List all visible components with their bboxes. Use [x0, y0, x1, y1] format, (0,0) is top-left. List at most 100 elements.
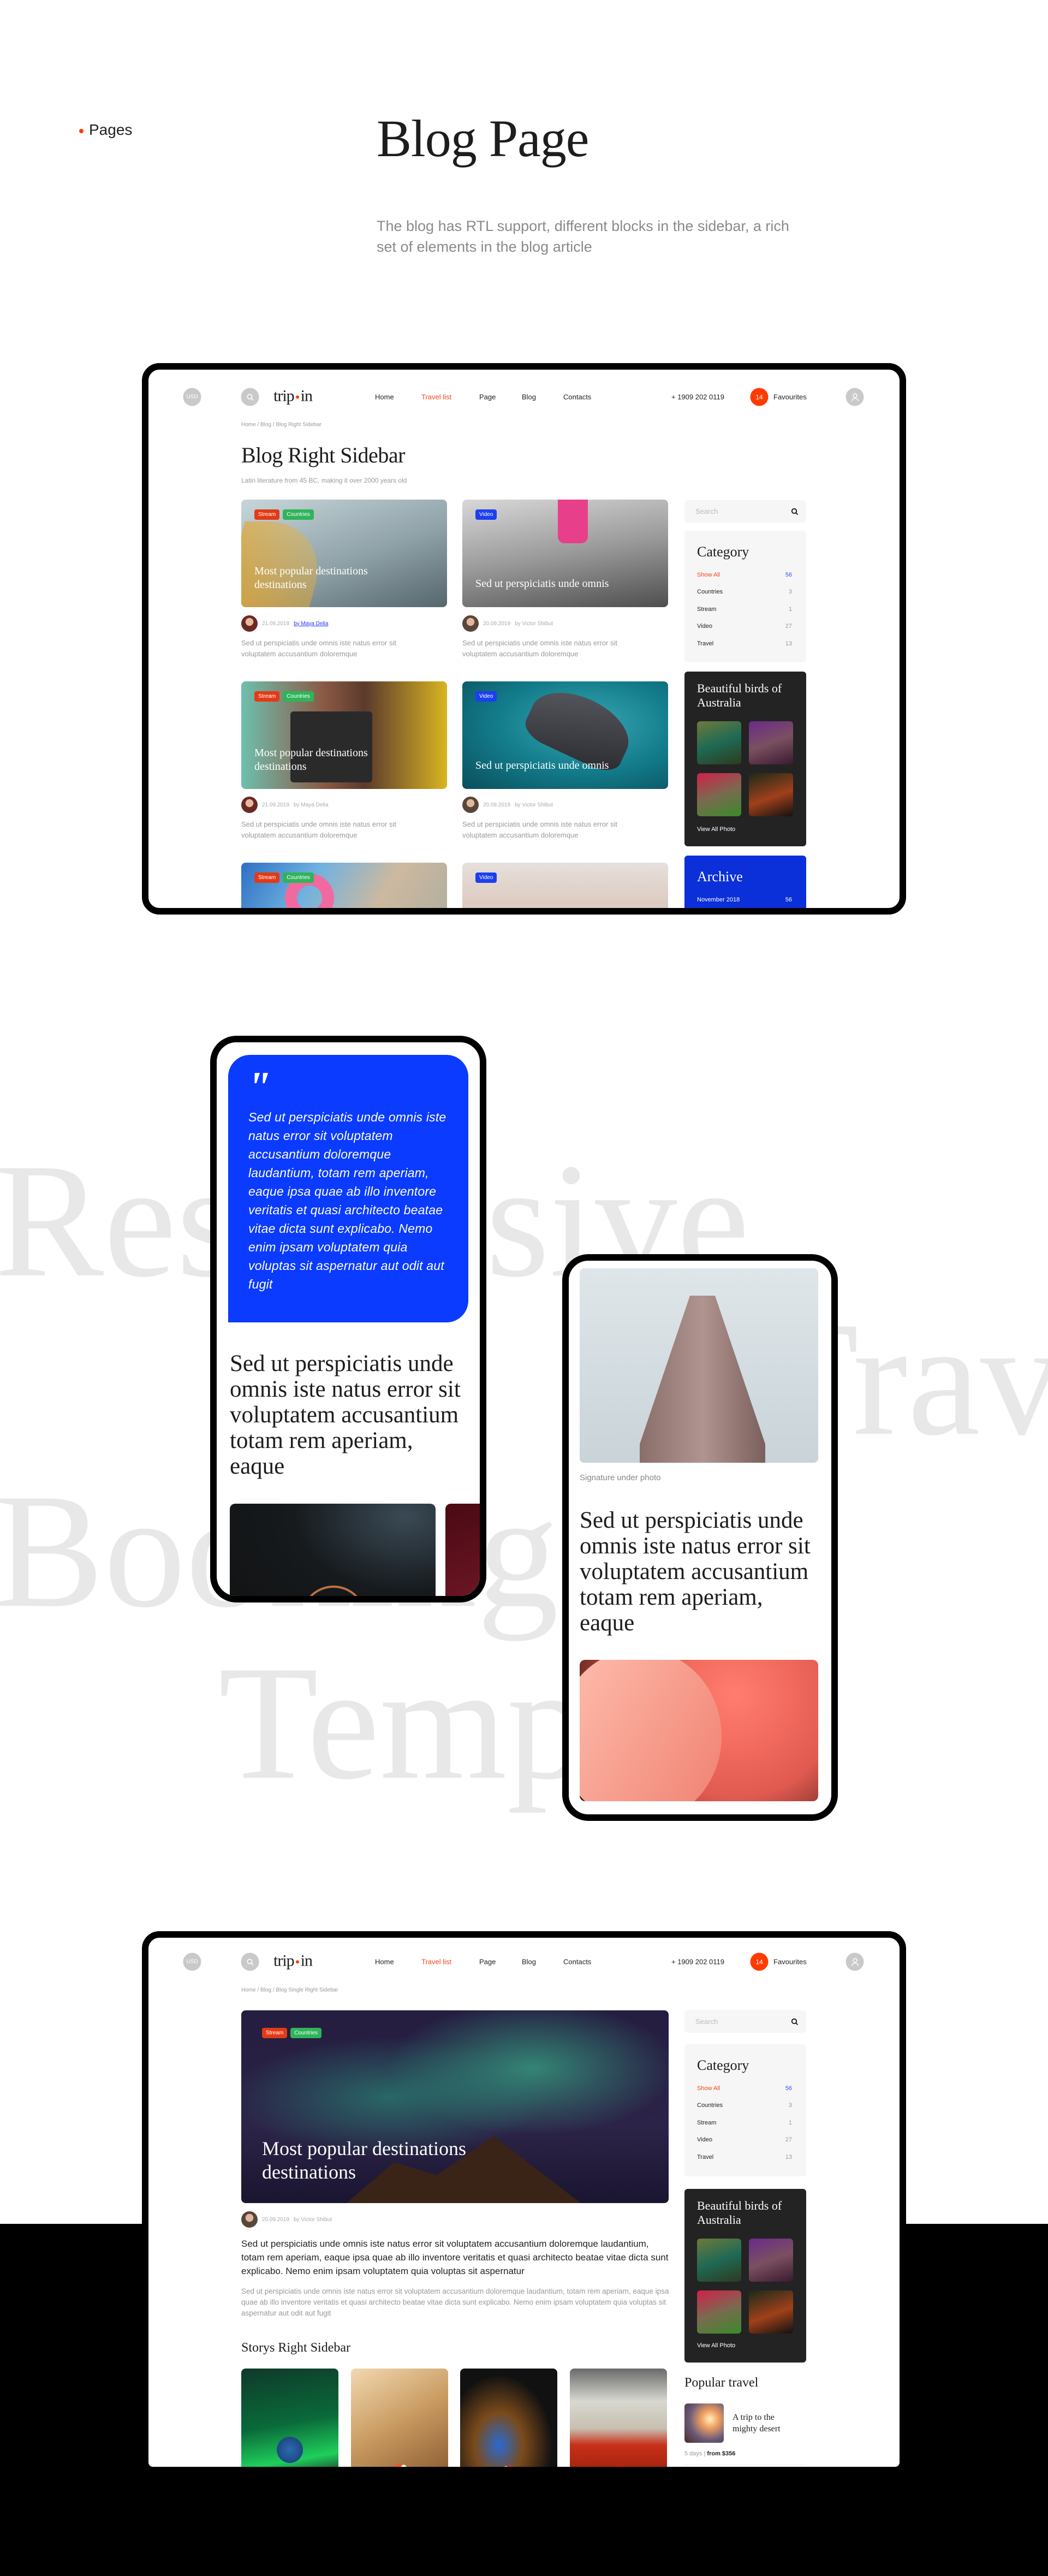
- category-widget: Category Show All 56 Countries 3 Stream 1 V…: [684, 531, 806, 662]
- tag-countries[interactable]: Countries: [283, 872, 314, 883]
- category-item-video[interactable]: Video 27: [697, 623, 792, 630]
- nav-blog[interactable]: Blog: [522, 1958, 536, 1966]
- category-item-video[interactable]: Video 27: [697, 2136, 792, 2143]
- popular-travel-thumbnail[interactable]: [684, 2403, 724, 2443]
- search-input[interactable]: Search: [695, 507, 718, 515]
- post-card-image[interactable]: Video: [462, 863, 668, 908]
- user-button[interactable]: [845, 1952, 864, 1971]
- category-title: Category: [697, 2057, 749, 2073]
- tag-countries[interactable]: Countries: [290, 2028, 322, 2038]
- search-icon: [247, 394, 254, 401]
- desktop-frame-single-post: USD trip in Home Travel list Page Blog Co…: [142, 1931, 906, 2473]
- feather-decoration: [580, 1660, 722, 1801]
- sidebar-search[interactable]: Search: [684, 500, 806, 523]
- view-all-photo-link[interactable]: View All Photo: [697, 826, 735, 833]
- popular-travel-item-title[interactable]: A trip to the mighty desert: [733, 2412, 798, 2435]
- view-all-photo-link[interactable]: View All Photo: [697, 2342, 735, 2349]
- nav-travel-list[interactable]: Travel list: [421, 1958, 451, 1966]
- category-item-stream[interactable]: Stream 1: [697, 606, 792, 613]
- search-button[interactable]: [241, 1952, 259, 1971]
- nav-blog[interactable]: Blog: [522, 393, 536, 401]
- bird-photo[interactable]: [697, 2239, 741, 2282]
- phone-number[interactable]: + 1909 202 0119: [671, 393, 724, 401]
- bird-photo[interactable]: [697, 721, 741, 764]
- author-link[interactable]: by Maya Delia: [294, 621, 328, 627]
- article-heading: Sed ut perspiciatis unde omnis iste natu…: [230, 1351, 461, 1479]
- story-card[interactable]: [460, 2369, 557, 2467]
- avatar: [241, 797, 258, 813]
- popular-travel-title: Popular travel: [684, 2376, 759, 2390]
- story-card[interactable]: [351, 2369, 448, 2467]
- logo[interactable]: trip in: [273, 387, 313, 405]
- user-icon: [851, 1957, 859, 1966]
- bird-photo[interactable]: [697, 2290, 741, 2334]
- archive-item[interactable]: November 2018 56: [697, 897, 792, 903]
- article-image[interactable]: [230, 1504, 436, 1596]
- flamingo-photo[interactable]: [580, 1660, 818, 1801]
- search-button[interactable]: [241, 388, 259, 406]
- story-card[interactable]: [570, 2369, 667, 2467]
- tag-video[interactable]: Video: [475, 872, 497, 883]
- post-meta: 21.09.2019 by Maya Delia: [241, 797, 328, 813]
- story-card[interactable]: [241, 2369, 338, 2467]
- phone-number[interactable]: + 1909 202 0119: [671, 1958, 724, 1966]
- category-item-show-all[interactable]: Show All 56: [697, 572, 792, 578]
- category-item-travel[interactable]: Travel 13: [697, 2154, 792, 2160]
- favourites-link[interactable]: Favourites: [773, 1958, 807, 1966]
- category-item-countries[interactable]: Countries 3: [697, 2102, 792, 2109]
- favourites-link[interactable]: Favourites: [773, 393, 807, 401]
- tag-countries[interactable]: Countries: [283, 509, 314, 520]
- tag-video[interactable]: Video: [475, 509, 497, 520]
- hero-image[interactable]: Stream Countries Most popular destination…: [241, 2010, 669, 2203]
- favourites-count-badge[interactable]: 14: [750, 388, 769, 406]
- currency-button[interactable]: USD: [183, 388, 201, 406]
- building-photo[interactable]: [580, 1268, 818, 1463]
- category-item-show-all[interactable]: Show All 56: [697, 2085, 792, 2092]
- post-meta: 20.09.2019 by Victor Shibut: [241, 2211, 332, 2228]
- nav-contacts[interactable]: Contacts: [563, 393, 591, 401]
- sidebar-search[interactable]: Search: [684, 2010, 806, 2033]
- nav-home[interactable]: Home: [375, 393, 394, 401]
- nav-travel-list[interactable]: Travel list: [421, 393, 451, 401]
- bird-photo[interactable]: [697, 773, 741, 816]
- flag-decoration: [497, 2466, 521, 2467]
- category-item-countries[interactable]: Countries 3: [697, 589, 792, 595]
- tag-stream[interactable]: Stream: [254, 509, 280, 520]
- tag-stream[interactable]: Stream: [254, 691, 280, 702]
- post-card-image[interactable]: Video Sed ut perspiciatis unde omnis: [462, 500, 668, 607]
- user-button[interactable]: [845, 388, 864, 406]
- search-icon[interactable]: [791, 508, 799, 515]
- avatar: [462, 615, 479, 632]
- post-card-image[interactable]: Video Sed ut perspiciatis unde omnis: [462, 681, 668, 789]
- category-item-travel[interactable]: Travel 13: [697, 640, 792, 647]
- nav-contacts[interactable]: Contacts: [563, 1958, 591, 1966]
- search-icon[interactable]: [791, 2018, 799, 2026]
- tag-video[interactable]: Video: [475, 691, 497, 702]
- nav-home[interactable]: Home: [375, 1958, 394, 1966]
- category-item-stream[interactable]: Stream 1: [697, 2120, 792, 2126]
- post-title[interactable]: Most popular destinations destinations: [254, 746, 418, 774]
- logo[interactable]: trip in: [273, 1951, 313, 1970]
- bird-photo[interactable]: [749, 773, 793, 816]
- mobile-frame-quote: " Sed ut perspiciatis unde omnis iste na…: [210, 1036, 486, 1602]
- bullet-dot: [79, 128, 84, 133]
- favourites-count-badge[interactable]: 14: [750, 1952, 769, 1971]
- post-title[interactable]: Sed ut perspiciatis unde omnis: [475, 577, 661, 591]
- tag-countries[interactable]: Countries: [283, 691, 314, 702]
- nav-page[interactable]: Page: [479, 393, 496, 401]
- post-card-image[interactable]: Stream Countries: [241, 863, 447, 908]
- post-card-image[interactable]: Stream Countries Most popular destination…: [241, 681, 447, 789]
- article-image[interactable]: [445, 1504, 480, 1596]
- tag-stream[interactable]: Stream: [262, 2028, 288, 2038]
- post-card-image[interactable]: Stream Countries Most popular destination…: [241, 500, 447, 607]
- tag-stream[interactable]: Stream: [254, 872, 280, 883]
- post-title[interactable]: Sed ut perspiciatis unde omnis: [475, 759, 661, 773]
- bird-photo[interactable]: [749, 2290, 793, 2334]
- search-input[interactable]: Search: [695, 2017, 718, 2026]
- quote-block: " Sed ut perspiciatis unde omnis iste na…: [228, 1055, 468, 1322]
- currency-button[interactable]: USD: [183, 1952, 201, 1971]
- nav-page[interactable]: Page: [479, 1958, 496, 1966]
- bird-photo[interactable]: [749, 721, 793, 764]
- bird-photo[interactable]: [749, 2239, 793, 2282]
- post-title[interactable]: Most popular destinations destinations: [254, 565, 418, 592]
